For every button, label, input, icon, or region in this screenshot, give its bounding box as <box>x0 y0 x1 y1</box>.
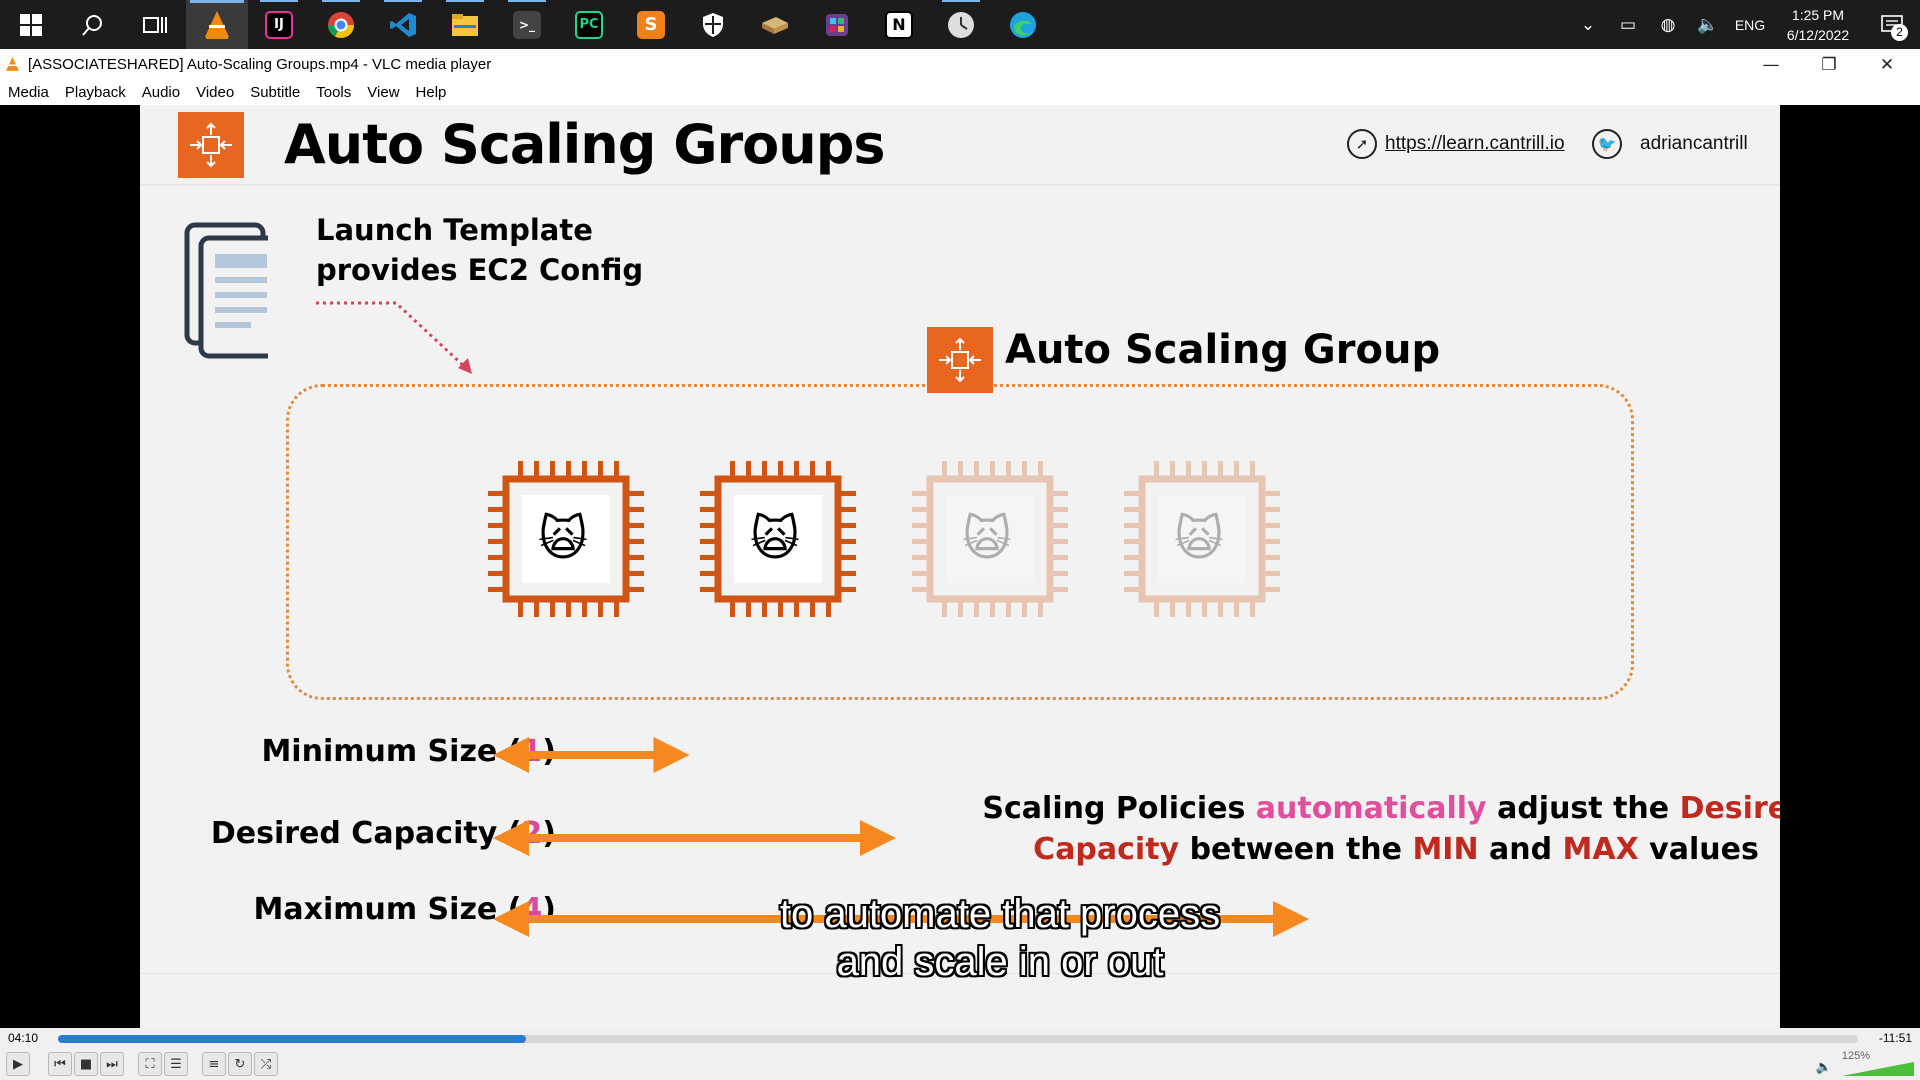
battery-icon[interactable]: ▭ <box>1608 15 1648 35</box>
fullscreen-button[interactable]: ⛶ <box>138 1052 162 1076</box>
intellij-icon[interactable]: IJ <box>248 0 310 49</box>
previous-button[interactable]: ⏮ <box>48 1052 72 1076</box>
task-view-icon[interactable] <box>124 0 186 49</box>
menu-subtitle[interactable]: Subtitle <box>242 84 308 101</box>
chevron-up-icon[interactable]: ⌄ <box>1568 15 1608 35</box>
language-indicator[interactable]: ENG <box>1728 17 1772 33</box>
seek-bar[interactable] <box>58 1035 1858 1043</box>
video-area[interactable]: Auto Scaling Groups ➚ https://learn.cant… <box>0 105 1920 1028</box>
volume-level: 125% <box>1841 1050 1870 1062</box>
scaling-policy-text: Scaling Policies automatically adjust th… <box>982 791 1780 867</box>
volume-icon[interactable]: 🔈 <box>1816 1060 1832 1075</box>
chrome-icon[interactable] <box>310 0 372 49</box>
terminal-icon[interactable]: >_ <box>496 0 558 49</box>
loop-button[interactable]: ↻ <box>228 1052 252 1076</box>
search-icon[interactable] <box>62 0 124 49</box>
time-elapsed: 04:10 <box>8 1031 39 1045</box>
subtitle-line1: to automate that process <box>779 892 1221 936</box>
next-button[interactable]: ⏭ <box>100 1052 124 1076</box>
notification-center-button[interactable]: 2 <box>1864 14 1920 41</box>
window-title-bar: [ASSOCIATESHARED] Auto-Scaling Groups.mp… <box>0 49 1920 80</box>
fullscreen-icon: ⛶ <box>145 1056 155 1072</box>
volume-slider[interactable] <box>1842 1062 1914 1076</box>
previous-icon: ⏮ <box>54 1056 66 1072</box>
next-icon: ⏭ <box>106 1056 118 1072</box>
menu-help[interactable]: Help <box>408 84 455 101</box>
menu-playback[interactable]: Playback <box>57 84 134 101</box>
maximize-button[interactable]: ❐ <box>1800 49 1858 80</box>
minimize-button[interactable]: — <box>1742 49 1800 80</box>
stop-icon: ■ <box>79 1056 93 1072</box>
menu-view[interactable]: View <box>359 84 407 101</box>
edge-icon[interactable] <box>992 0 1054 49</box>
file-explorer-icon[interactable] <box>434 0 496 49</box>
speaker-icon[interactable]: 🔈 <box>1688 15 1728 35</box>
app-icon[interactable] <box>744 0 806 49</box>
menu-bar: Media Playback Audio Video Subtitle Tool… <box>0 80 1920 105</box>
sublime-icon[interactable]: S <box>620 0 682 49</box>
pycharm-icon[interactable]: PC <box>558 0 620 49</box>
windows-start-icon[interactable] <box>0 0 62 49</box>
loop-icon: ↻ <box>234 1056 246 1072</box>
video-subtitle: to automate that process and scale in or… <box>500 890 1500 986</box>
menu-media[interactable]: Media <box>0 84 57 101</box>
shuffle-icon: ⤮ <box>260 1056 272 1072</box>
slack-icon[interactable] <box>806 0 868 49</box>
shuffle-button[interactable]: ⤮ <box>254 1052 278 1076</box>
play-icon: ▶ <box>13 1056 23 1072</box>
clock-time: 1:25 PM <box>1791 6 1845 23</box>
window-title: [ASSOCIATESHARED] Auto-Scaling Groups.mp… <box>28 56 492 73</box>
minimum-size-arrow <box>493 737 690 773</box>
vscode-icon[interactable] <box>372 0 434 49</box>
windows-taskbar: IJ >_ PC S N ⌄ ▭ ◍ 🔈 ENG 1:25 PM 6/12/20… <box>0 0 1920 49</box>
vlc-icon[interactable] <box>186 0 248 49</box>
close-button[interactable]: ✕ <box>1858 49 1916 80</box>
network-icon[interactable]: ◍ <box>1648 15 1688 35</box>
equalizer-icon: ☰ <box>170 1056 182 1072</box>
extended-settings-button[interactable]: ☰ <box>164 1052 188 1076</box>
playlist-button[interactable]: ≡ <box>202 1052 226 1076</box>
clock[interactable]: 1:25 PM 6/12/2022 <box>1772 5 1864 45</box>
notification-count-badge: 2 <box>1891 23 1908 41</box>
menu-video[interactable]: Video <box>188 84 242 101</box>
menu-audio[interactable]: Audio <box>134 84 188 101</box>
subtitle-line2: and scale in or out <box>836 940 1164 984</box>
system-tray: ⌄ ▭ ◍ 🔈 ENG 1:25 PM 6/12/2022 2 <box>1568 0 1920 49</box>
playlist-icon: ≡ <box>208 1056 220 1072</box>
player-controls: 04:10 -11:51 ▶ ⏮ ■ ⏭ ⛶ ☰ ≡ ↻ ⤮ 🔈 125% <box>0 1028 1920 1080</box>
security-icon[interactable] <box>682 0 744 49</box>
desired-capacity-arrow <box>493 820 896 856</box>
seek-progress <box>58 1035 526 1043</box>
menu-tools[interactable]: Tools <box>308 84 359 101</box>
time-remaining[interactable]: -11:51 <box>1879 1031 1912 1045</box>
play-button[interactable]: ▶ <box>6 1052 30 1076</box>
clock-date: 6/12/2022 <box>1786 26 1850 43</box>
vlc-icon <box>6 57 19 71</box>
notion-icon[interactable]: N <box>868 0 930 49</box>
clock-app-icon[interactable] <box>930 0 992 49</box>
stop-button[interactable]: ■ <box>74 1052 98 1076</box>
